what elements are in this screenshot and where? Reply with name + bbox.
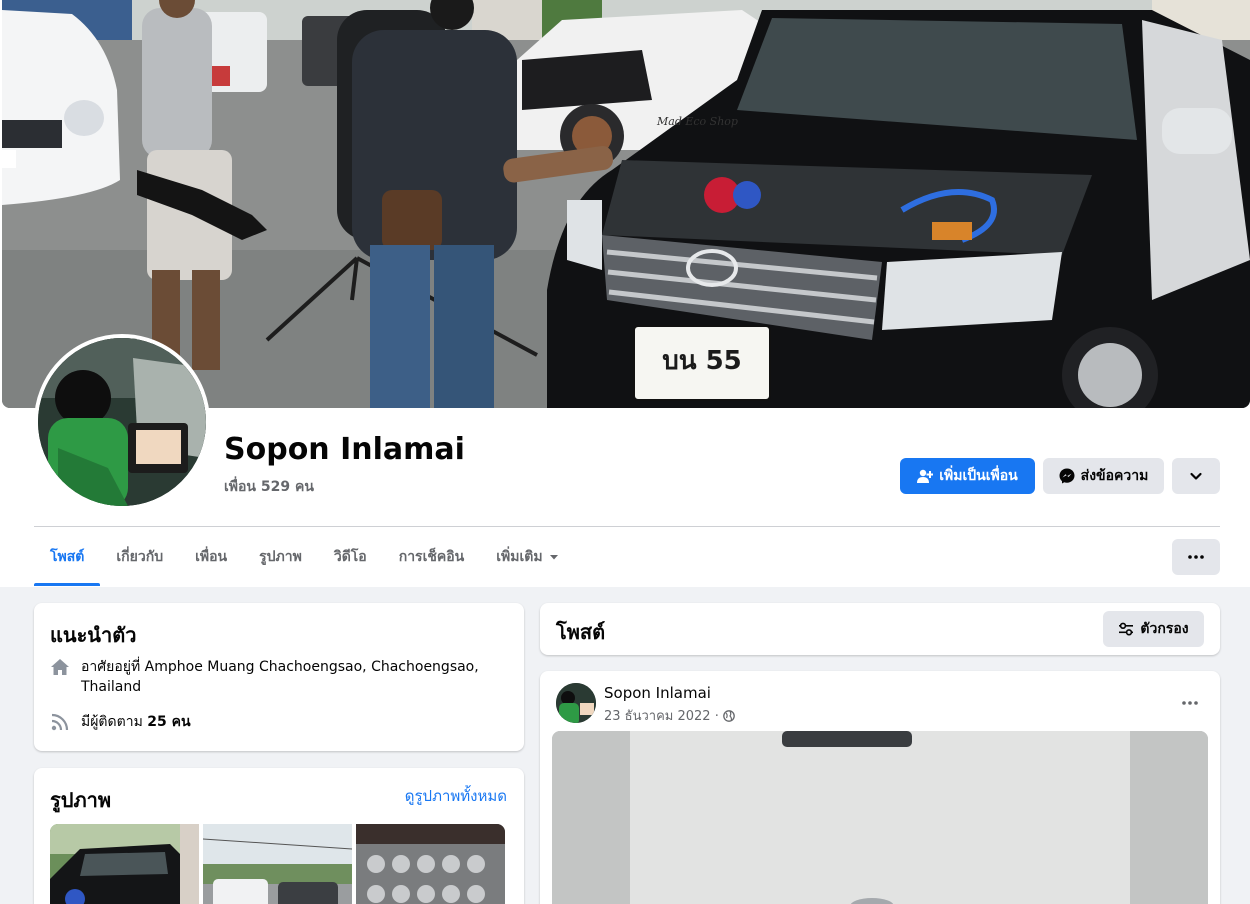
photos-card: รูปภาพ ดูรูปภาพทั้งหมด: [34, 768, 524, 904]
lives-in-prefix: อาศัยอยู่ที่: [81, 659, 141, 675]
tab-about[interactable]: เกี่ยวกับ: [100, 528, 179, 586]
tab-label: วิดีโอ: [333, 549, 367, 565]
profile-name: Sopon Inlamai: [224, 432, 465, 467]
friend-count[interactable]: เพื่อน 529 คน: [224, 476, 314, 498]
photo-thumbnail[interactable]: [50, 824, 199, 904]
filter-label: ตัวกรอง: [1140, 621, 1189, 637]
tab-label: เกี่ยวกับ: [116, 549, 164, 565]
see-all-photos-link[interactable]: ดูรูปภาพทั้งหมด: [405, 784, 507, 808]
intro-title: แนะนำตัว: [50, 623, 137, 647]
tab-label: เพื่อน: [195, 549, 228, 565]
profile-tabs: โพสต์ เกี่ยวกับ เพื่อน รูปภาพ วิดีโอ การ…: [34, 528, 575, 586]
person-add-icon: [917, 468, 934, 484]
chevron-down-icon: [1189, 469, 1203, 483]
sliders-icon: [1118, 621, 1134, 637]
post-author-avatar[interactable]: [556, 683, 596, 723]
post-meta: 23 ธันวาคม 2022 ·: [604, 705, 735, 726]
rss-icon: [50, 712, 70, 732]
tab-label: โพสต์: [50, 549, 85, 565]
globe-icon[interactable]: [722, 709, 735, 722]
cover-shop-text: Mad Eco Shop: [656, 115, 738, 128]
post-image[interactable]: [552, 731, 1208, 904]
posts-title: โพสต์: [556, 620, 606, 644]
photo-thumbnail[interactable]: [356, 824, 505, 904]
tab-label: รูปภาพ: [259, 549, 302, 565]
tab-videos[interactable]: วิดีโอ: [318, 528, 383, 586]
intro-followers: มีผู้ติดตาม 25 คน: [50, 712, 191, 732]
followers-value[interactable]: 25 คน: [147, 714, 190, 730]
header-divider: [34, 526, 1220, 527]
add-friend-button[interactable]: เพิ่มเป็นเพื่อน: [900, 458, 1035, 494]
tab-check-ins[interactable]: การเช็คอิน: [383, 528, 481, 586]
messenger-icon: [1059, 468, 1075, 484]
profile-avatar[interactable]: [34, 334, 210, 510]
tab-posts[interactable]: โพสต์: [34, 528, 101, 586]
profile-header: บน 55 Mad Eco Shop Sopon Inlamai เพื่อน …: [0, 0, 1250, 587]
message-label: ส่งข้อความ: [1080, 468, 1149, 484]
post-options-button[interactable]: [1172, 685, 1208, 721]
profile-options-dropdown[interactable]: [1172, 458, 1220, 494]
more-options-button[interactable]: [1172, 539, 1220, 575]
posts-header-card: โพสต์ ตัวกรอง: [540, 603, 1220, 655]
tab-friends[interactable]: เพื่อน: [179, 528, 243, 586]
post-date[interactable]: 23 ธันวาคม 2022 ·: [604, 705, 719, 726]
caret-down-icon: [549, 552, 559, 562]
photos-title: รูปภาพ: [50, 788, 112, 812]
cover-plate-text: บน 55: [662, 346, 742, 376]
post-card: Sopon Inlamai 23 ธันวาคม 2022 ·: [540, 671, 1220, 904]
more-dots-icon: [1182, 701, 1198, 705]
photo-thumbnails: [50, 824, 505, 904]
cover-photo[interactable]: บน 55 Mad Eco Shop: [2, 0, 1250, 408]
more-dots-icon: [1188, 555, 1204, 559]
tab-label: เพิ่มเติม: [496, 549, 543, 565]
home-icon: [50, 657, 70, 677]
intro-lives-in: อาศัยอยู่ที่ Amphoe Muang Chachoengsao, …: [50, 657, 481, 697]
photo-thumbnail[interactable]: [203, 824, 352, 904]
lives-in-location[interactable]: Amphoe Muang Chachoengsao, Chachoengsao,…: [81, 659, 479, 695]
tab-label: การเช็คอิน: [398, 549, 465, 565]
tab-photos[interactable]: รูปภาพ: [243, 528, 318, 586]
post-author-name[interactable]: Sopon Inlamai: [604, 684, 711, 702]
message-button[interactable]: ส่งข้อความ: [1043, 458, 1164, 494]
add-friend-label: เพิ่มเป็นเพื่อน: [939, 468, 1018, 484]
followers-prefix: มีผู้ติดตาม: [81, 714, 143, 730]
filter-button[interactable]: ตัวกรอง: [1103, 611, 1204, 647]
tab-more[interactable]: เพิ่มเติม: [480, 528, 574, 586]
intro-card: แนะนำตัว อาศัยอยู่ที่ Amphoe Muang Chach…: [34, 603, 524, 751]
